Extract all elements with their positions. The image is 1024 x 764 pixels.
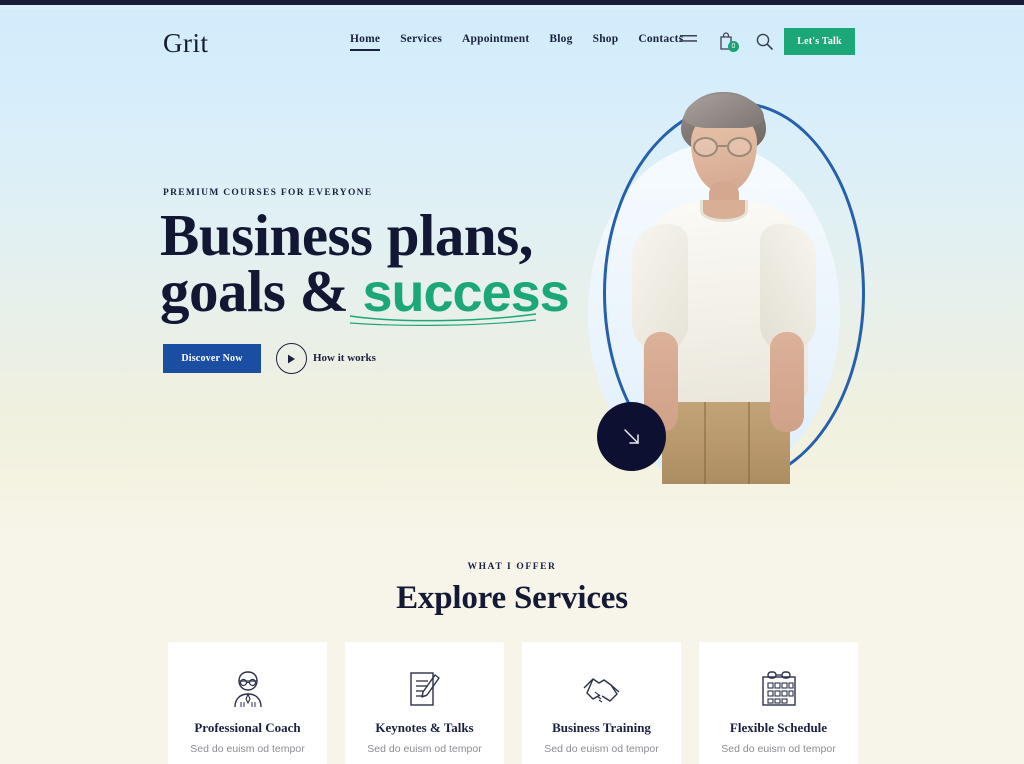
services-section: WHAT I OFFER Explore Services Profession… (0, 530, 1024, 764)
header-tools: 0 (678, 31, 774, 52)
hero-headline-line2: goals & success (160, 262, 590, 321)
nav-item-home[interactable]: Home (350, 33, 381, 51)
nav-item-shop[interactable]: Shop (593, 33, 619, 49)
lets-talk-button[interactable]: Let's Talk (784, 28, 855, 55)
shopping-bag-icon[interactable]: 0 (716, 31, 739, 52)
services-card-grid: Professional Coach Sed do euism od tempo… (168, 642, 858, 764)
service-card-business-training[interactable]: Business Training Sed do euism od tempor (522, 642, 681, 764)
document-pen-icon (406, 668, 444, 710)
service-card-keynotes-talks[interactable]: Keynotes & Talks Sed do euism od tempor (345, 642, 504, 764)
main-navigation: Home Services Appointment Blog Shop Cont… (350, 33, 683, 51)
hero-headline: Business plans, goals & success (160, 206, 590, 321)
arrow-down-right-icon[interactable] (597, 402, 666, 471)
coach-person-icon (229, 668, 267, 710)
nav-item-services[interactable]: Services (400, 33, 442, 49)
page-root: Grit Home Services Appointment Blog Shop… (0, 9, 1024, 764)
hero-headline-prefix: goals & (160, 258, 363, 324)
calendar-icon (759, 668, 799, 710)
play-icon[interactable] (276, 343, 307, 374)
service-card-title: Business Training (552, 720, 651, 735)
service-card-title: Professional Coach (194, 720, 301, 735)
service-card-title: Flexible Schedule (729, 720, 828, 735)
search-icon[interactable] (754, 31, 774, 51)
service-card-flexible-schedule[interactable]: Flexible Schedule Sed do euism od tempor (699, 642, 858, 764)
hero-visual (575, 84, 895, 504)
services-eyebrow: WHAT I OFFER (467, 562, 557, 572)
nav-item-contacts[interactable]: Contacts (638, 33, 683, 49)
cart-count-badge: 0 (728, 41, 739, 52)
service-card-title: Keynotes & Talks (375, 720, 474, 735)
how-it-works-label[interactable]: How it works (313, 352, 376, 364)
hamburger-menu-icon[interactable] (678, 31, 698, 51)
site-logo[interactable]: Grit (163, 28, 209, 59)
discover-now-button[interactable]: Discover Now (163, 344, 261, 373)
handshake-icon (581, 668, 623, 710)
nav-item-blog[interactable]: Blog (549, 33, 572, 49)
hero-eyebrow: PREMIUM COURSES FOR EVERYONE (163, 188, 373, 198)
success-underline-squiggle (349, 313, 537, 326)
hero-section: Grit Home Services Appointment Blog Shop… (0, 9, 1024, 530)
service-card-professional-coach[interactable]: Professional Coach Sed do euism od tempo… (168, 642, 327, 764)
nav-item-appointment[interactable]: Appointment (462, 33, 529, 49)
services-title: Explore Services (396, 580, 628, 616)
